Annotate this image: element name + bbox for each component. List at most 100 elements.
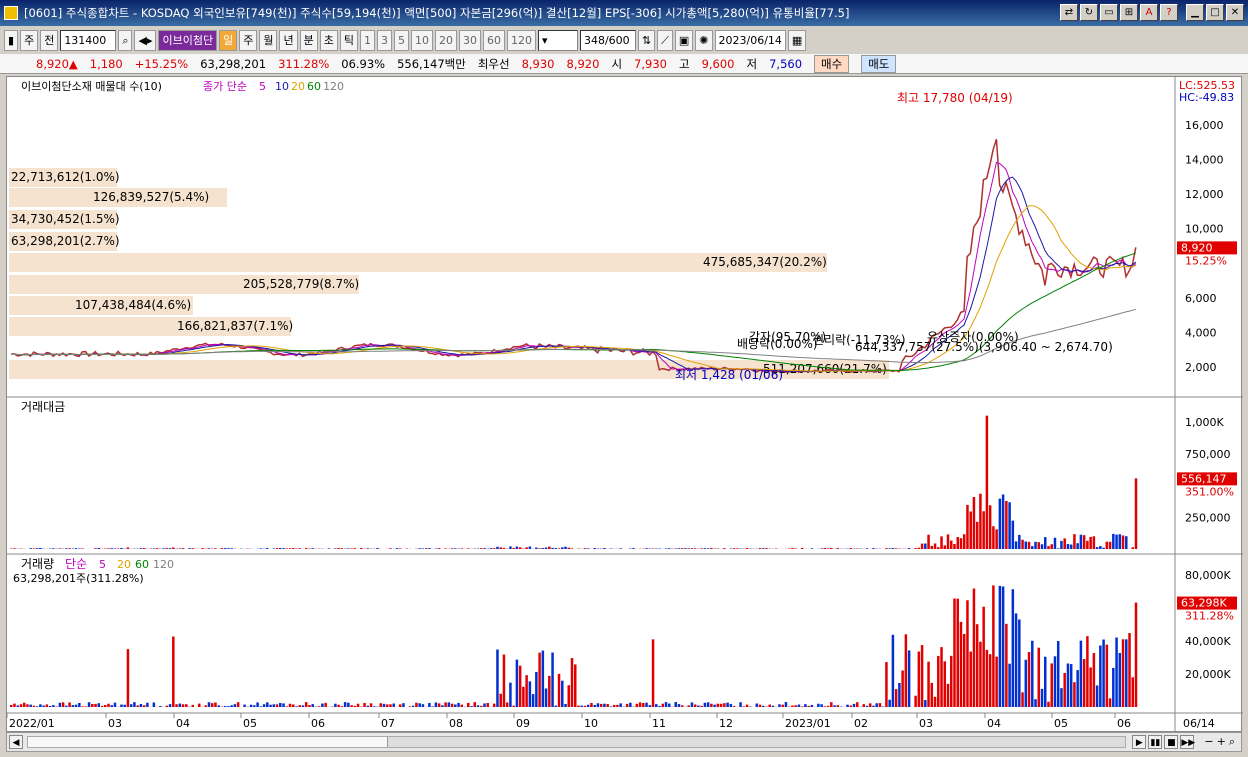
ma-label: 종가 단순: [203, 80, 247, 93]
volume-bar: [467, 702, 470, 707]
interval-120[interactable]: 120: [506, 30, 536, 51]
scroll-play-icon[interactable]: ▶: [1132, 735, 1147, 749]
market-select-2[interactable]: 전: [40, 30, 59, 51]
volume-bar: [979, 641, 982, 707]
price-change-pct: +15.25%: [134, 56, 189, 71]
period-day-tab[interactable]: 일: [219, 30, 238, 51]
code-input[interactable]: 131400: [60, 30, 117, 51]
volume-bar: [865, 705, 869, 707]
amount-bar: [593, 548, 596, 549]
help-icon[interactable]: ?: [1160, 4, 1178, 21]
amount-bar: [664, 548, 668, 549]
stock-name-button[interactable]: 이브이첨단: [158, 30, 218, 51]
save-icon[interactable]: ▣: [674, 30, 694, 51]
chart-type-icon[interactable]: ▮: [4, 30, 19, 51]
volume-bar: [1073, 682, 1076, 707]
volume-bar: [616, 704, 619, 707]
amount-bar: [933, 543, 937, 549]
amount-bar: [914, 548, 917, 549]
link-icon[interactable]: ⇄: [1060, 4, 1078, 21]
period-second-tab[interactable]: 초: [319, 30, 338, 51]
calendar-icon[interactable]: ▦: [787, 30, 807, 51]
count-input[interactable]: 348/600: [579, 30, 636, 51]
event-profile-line: 644,337,757(27.5%)(3,906.40 ~ 2,674.70): [855, 340, 1113, 354]
volume-profile-label: 205,528,779(8.7%): [243, 277, 359, 291]
volume-bar: [914, 695, 917, 707]
zoom-in-icon[interactable]: +: [1217, 735, 1226, 749]
interval-5[interactable]: 5: [393, 30, 409, 51]
x-tick: 03: [108, 717, 122, 730]
volume-bar: [411, 705, 415, 707]
volume-bar: [81, 706, 84, 707]
volume-bar: [985, 649, 989, 707]
scroll-stop-icon[interactable]: ■: [1164, 735, 1179, 749]
date-input[interactable]: 2023/06/14: [714, 30, 786, 51]
speaker-icon[interactable]: ◀▸: [134, 30, 157, 51]
period-week-tab[interactable]: 주: [239, 30, 258, 51]
maximize-icon[interactable]: □: [1206, 4, 1224, 21]
interval-10[interactable]: 10: [410, 30, 433, 51]
volume-bar: [810, 704, 814, 707]
period-tick-tab[interactable]: 틱: [339, 30, 358, 51]
amount-bar: [966, 504, 969, 549]
scroll-pause-icon[interactable]: ▮▮: [1148, 735, 1163, 749]
font-icon[interactable]: A: [1140, 4, 1158, 21]
amount-bar: [946, 534, 950, 549]
amount-bar: [1112, 533, 1115, 549]
volume-bar: [836, 705, 840, 707]
period-year-tab[interactable]: 년: [279, 30, 298, 51]
scroll-track[interactable]: [27, 736, 1127, 748]
bid-price: 8,920: [566, 56, 600, 71]
interval-1[interactable]: 1: [359, 30, 375, 51]
zoom-out-icon[interactable]: −: [1204, 735, 1213, 749]
scroll-end-icon[interactable]: ▶▶: [1180, 735, 1195, 749]
sell-button[interactable]: 매도: [861, 54, 897, 73]
interval-30[interactable]: 30: [458, 30, 481, 51]
window-icon[interactable]: ▭: [1100, 4, 1118, 21]
amount-bar: [920, 543, 924, 549]
search-zoom-icon[interactable]: ⌕: [1229, 735, 1235, 749]
period-month-tab[interactable]: 월: [259, 30, 278, 51]
line-tool-icon[interactable]: ⟋: [657, 30, 673, 51]
close-icon[interactable]: ✕: [1226, 4, 1244, 21]
volume-bar: [434, 702, 438, 707]
buy-button[interactable]: 매수: [814, 54, 850, 73]
minimize-icon[interactable]: ▁: [1186, 4, 1204, 21]
interval-20[interactable]: 20: [434, 30, 457, 51]
volume-tick: 80,000K: [1185, 569, 1231, 582]
pin-icon[interactable]: ⊞: [1120, 4, 1138, 21]
volume-bar: [311, 704, 314, 707]
interval-custom-input[interactable]: ▾: [537, 30, 578, 51]
amount-bar: [509, 546, 512, 549]
chart-canvas[interactable]: 이브이첨단소재 매물대 수(10) 종가 단순 5 10 20 60 120 LC:525.5…: [7, 77, 1243, 733]
interval-60[interactable]: 60: [482, 30, 505, 51]
amount-bar: [1108, 541, 1112, 549]
amount-bar: [518, 547, 522, 549]
x-tick: 09: [516, 717, 530, 730]
market-select[interactable]: 주: [20, 30, 39, 51]
amount-bar: [758, 548, 762, 549]
search-icon[interactable]: ⌕: [118, 30, 133, 51]
volume-ratio: 311.28%: [278, 56, 330, 71]
arrows-icon[interactable]: ⇅: [637, 30, 656, 51]
interval-3[interactable]: 3: [376, 30, 392, 51]
volume-bar: [473, 702, 477, 707]
scroll-thumb[interactable]: [28, 737, 388, 747]
scroll-bar[interactable]: ◀ ▶ ▮▮ ■ ▶▶ − + ⌕: [6, 732, 1242, 752]
settings-icon[interactable]: ✺: [695, 30, 713, 51]
period-minute-tab[interactable]: 분: [299, 30, 318, 51]
amount-bar: [982, 511, 985, 549]
amount-bar: [736, 548, 739, 549]
volume-bar: [875, 703, 878, 707]
amount-bar: [515, 546, 519, 549]
ma-period-20: 20: [291, 80, 305, 93]
volume-bar: [697, 705, 700, 707]
refresh-icon[interactable]: ↻: [1080, 4, 1098, 21]
amount-bar: [651, 548, 655, 549]
amount-bar: [940, 536, 943, 549]
volume-bar: [1044, 656, 1047, 707]
chart-area[interactable]: 이브이첨단소재 매물대 수(10) 종가 단순 5 10 20 60 120 LC:525.5…: [6, 76, 1243, 733]
volume-bar: [885, 662, 888, 707]
scroll-left-icon[interactable]: ◀: [9, 735, 23, 749]
price-tick-12000: 12,000: [1185, 188, 1224, 201]
